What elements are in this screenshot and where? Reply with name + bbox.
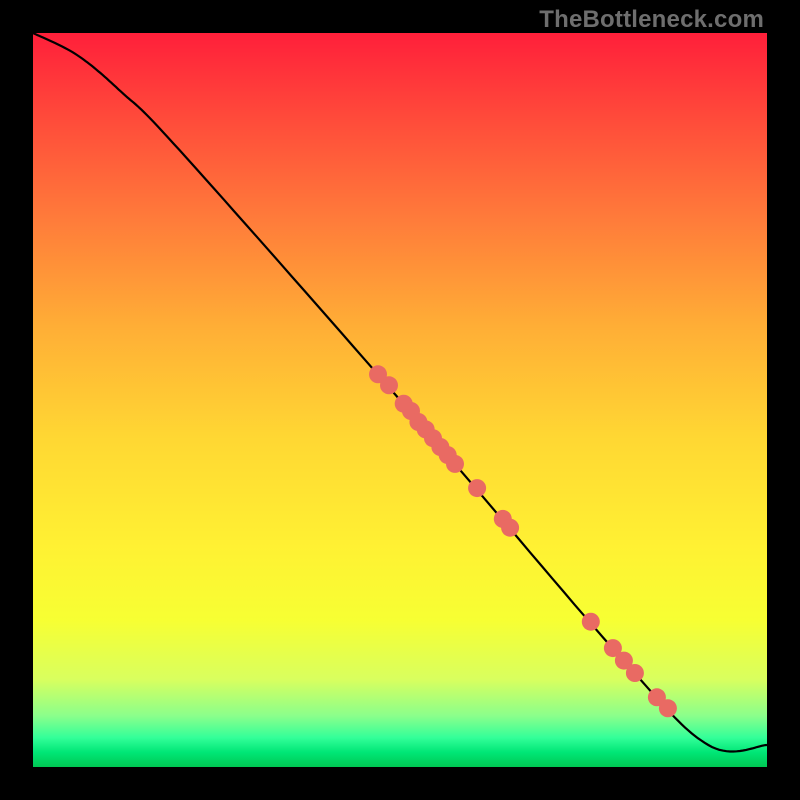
- chart-svg: [33, 33, 767, 767]
- marker-dot: [659, 699, 677, 717]
- marker-group: [369, 365, 677, 717]
- marker-dot: [468, 479, 486, 497]
- marker-dot: [501, 519, 519, 537]
- marker-dot: [626, 664, 644, 682]
- marker-dot: [380, 376, 398, 394]
- watermark-text: TheBottleneck.com: [539, 6, 764, 34]
- marker-dot: [446, 455, 464, 473]
- curve-line: [33, 33, 767, 752]
- marker-dot: [582, 613, 600, 631]
- chart-frame: TheBottleneck.com: [0, 0, 800, 800]
